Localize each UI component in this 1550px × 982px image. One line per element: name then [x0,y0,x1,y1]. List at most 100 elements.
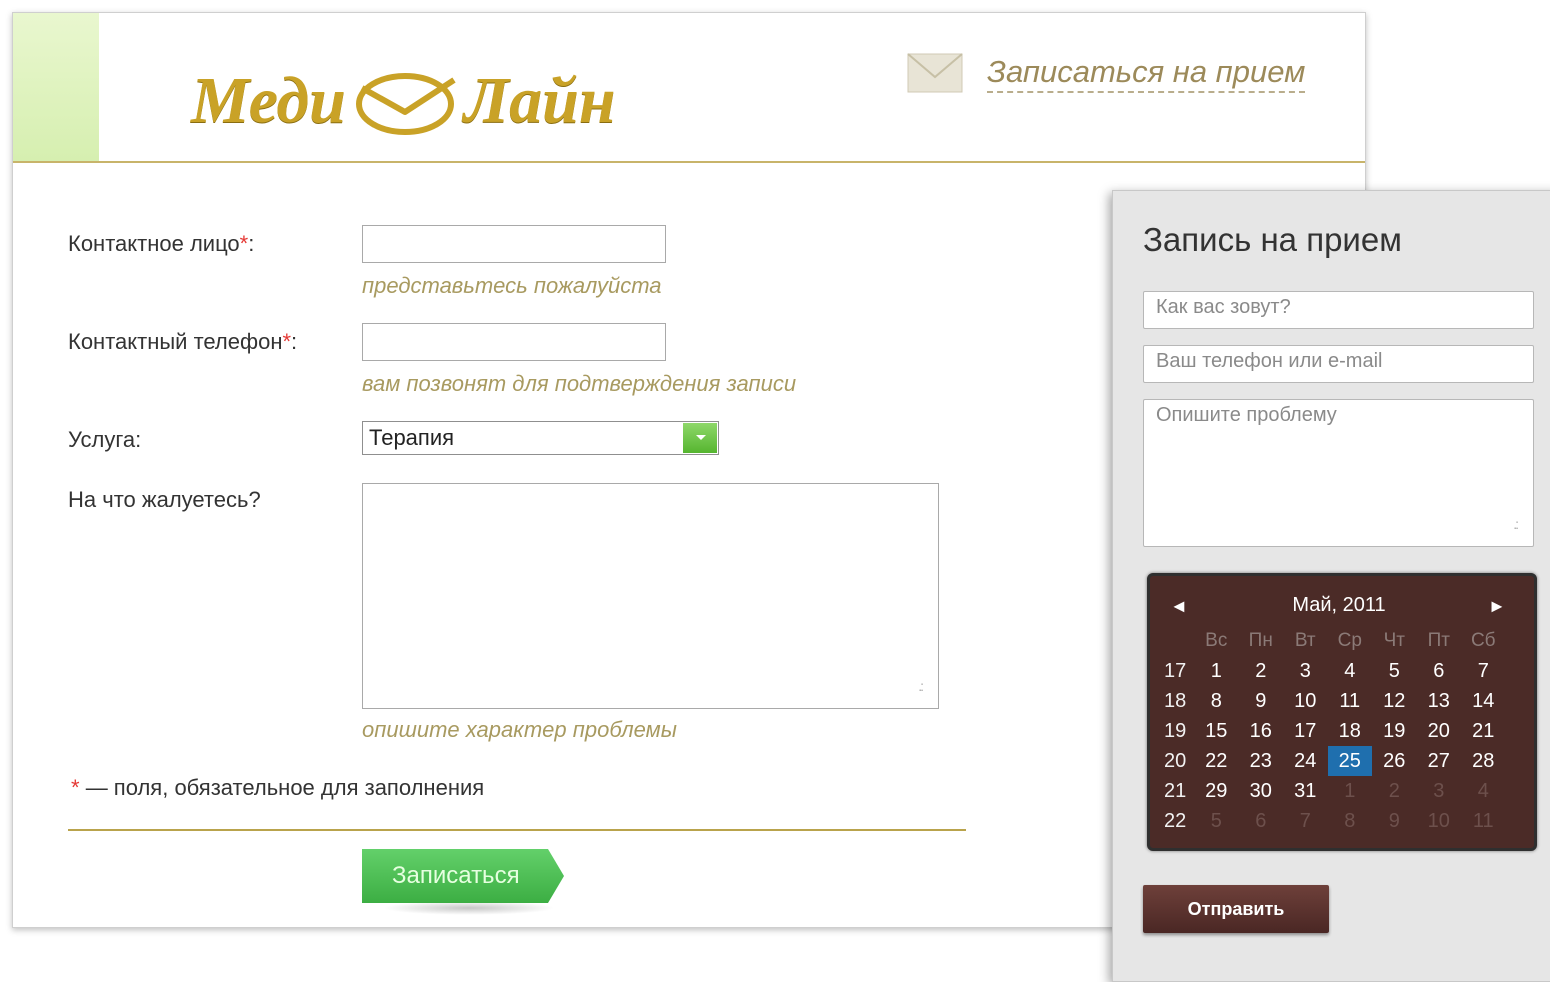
calendar-day[interactable]: 13 [1417,686,1462,716]
contact-person-hint: представьтесь пожалуйста [362,273,662,298]
required-mark: * [239,231,249,256]
calendar-day[interactable]: 11 [1328,686,1373,716]
contact-input[interactable]: Ваш телефон или e-mail [1143,345,1534,383]
site-logo[interactable]: Меди Лайн [191,61,616,141]
required-mark: * [71,775,80,800]
week-number: 18 [1164,690,1187,712]
calendar-day[interactable]: 12 [1372,686,1417,716]
calendar-day[interactable]: 8 [1194,686,1239,716]
send-button[interactable]: Отправить [1143,885,1329,933]
day-name: Ср [1337,630,1362,651]
label-colon: : [248,231,255,256]
calendar-day[interactable]: 31 [1283,776,1328,806]
calendar-week-row: 20 22 23 24 25 26 27 28 [1160,746,1506,776]
name-input[interactable]: Как вас зовут? [1143,291,1534,329]
week-number: 20 [1164,750,1187,772]
calendar-day[interactable]: 9 [1372,806,1417,836]
day-name: Пт [1427,630,1450,651]
week-number: 19 [1164,720,1187,742]
service-selected-value: Терапия [369,425,455,450]
calendar-day[interactable]: 21 [1461,716,1506,746]
resize-grip-icon[interactable]: .: [918,678,924,694]
calendar-day[interactable]: 3 [1417,776,1462,806]
mail-icon [907,53,963,93]
complaint-hint: опишите характер проблемы [362,717,677,742]
calendar-day[interactable]: 22 [1194,746,1239,776]
button-shadow [383,901,555,915]
complaint-textarea[interactable]: .: [362,483,939,709]
calendar-day[interactable]: 7 [1461,656,1506,686]
label-colon: : [291,329,298,354]
submit-button[interactable]: Записаться [362,849,564,903]
calendar-day[interactable]: 18 [1328,716,1373,746]
week-number: 21 [1164,780,1187,802]
next-month-icon[interactable]: ► [1488,596,1506,617]
chevron-down-icon[interactable] [683,423,717,453]
calendar-day[interactable]: 11 [1461,806,1506,836]
service-label: Услуга: [68,427,142,452]
calendar-day[interactable]: 1 [1194,656,1239,686]
week-number: 22 [1164,810,1187,832]
calendar-day[interactable]: 5 [1372,656,1417,686]
calendar-day[interactable]: 5 [1194,806,1239,836]
service-select[interactable]: Терапия [362,421,719,455]
site-header: Меди Лайн Записаться на прием [13,13,1365,163]
calendar-day[interactable]: 10 [1417,806,1462,836]
calendar-day[interactable]: 30 [1239,776,1284,806]
calendar-grid: Вс Пн Вт Ср Чт Пт Сб 17 1 2 3 4 5 6 7 18 8 9 10 11 12 13 14 19 1… [1160,626,1506,836]
resize-grip-icon[interactable]: .: [1513,516,1519,532]
calendar-month-title: Май, 2011 [1292,594,1386,616]
calendar-day[interactable]: 29 [1194,776,1239,806]
calendar-day[interactable]: 4 [1328,656,1373,686]
calendar-day[interactable]: 26 [1372,746,1417,776]
calendar-day[interactable]: 2 [1372,776,1417,806]
panel-title: Запись на прием [1143,221,1402,258]
calendar-day[interactable]: 6 [1239,806,1284,836]
calendar-day[interactable]: 2 [1239,656,1284,686]
calendar-week-row: 17 1 2 3 4 5 6 7 [1160,656,1506,686]
calendar-day[interactable]: 9 [1239,686,1284,716]
calendar-day[interactable]: 23 [1239,746,1284,776]
appointment-panel: Запись на прием Как вас зовут? Ваш телеф… [1112,190,1550,982]
calendar-day[interactable]: 20 [1417,716,1462,746]
form-divider [68,829,966,831]
required-note-text: — поля, обязательное для заполнения [85,775,485,800]
contact-phone-input[interactable] [362,323,666,361]
book-appointment-link[interactable]: Записаться на прием [987,53,1306,93]
day-name: Сб [1470,630,1496,651]
calendar-day-selected[interactable]: 25 [1327,746,1372,776]
calendar-day[interactable]: 7 [1283,806,1328,836]
calendar-day[interactable]: 3 [1283,656,1328,686]
envelope-logo-icon [355,73,456,135]
day-name: Чт [1383,630,1405,651]
calendar-day[interactable]: 17 [1283,716,1328,746]
calendar-week-row: 21 29 30 31 1 2 3 4 [1160,776,1506,806]
week-number-header [1160,626,1194,656]
contact-person-label-text: Контактное лицо [68,231,240,256]
calendar-day[interactable]: 4 [1461,776,1506,806]
week-number: 17 [1164,660,1187,682]
calendar-week-row: 18 8 9 10 11 12 13 14 [1160,686,1506,716]
required-fields-note: * — поля, обязательное для заполнения [71,775,484,801]
contact-phone-hint: вам позвонят для подтверждения записи [362,371,797,396]
calendar-day-names-row: Вс Пн Вт Ср Чт Пт Сб [1160,626,1506,656]
contact-person-input[interactable] [362,225,666,263]
calendar-day[interactable]: 14 [1461,686,1506,716]
calendar-day[interactable]: 10 [1283,686,1328,716]
day-name: Вс [1205,630,1228,651]
calendar-day[interactable]: 8 [1328,806,1373,836]
calendar-day[interactable]: 6 [1417,656,1462,686]
calendar-day[interactable]: 27 [1417,746,1462,776]
date-picker-calendar: ◄ Май, 2011 ► Вс Пн Вт Ср Чт Пт Сб 17 1 2 3 4 5 6 7 18 8… [1147,573,1537,851]
logo-text-right: Лайн [463,64,616,137]
calendar-day[interactable]: 16 [1239,716,1284,746]
calendar-day[interactable]: 19 [1372,716,1417,746]
calendar-day[interactable]: 24 [1283,746,1328,776]
calendar-day[interactable]: 1 [1328,776,1373,806]
contact-person-label: Контактное лицо*: [68,231,254,257]
problem-textarea[interactable]: Опишите проблему .: [1143,399,1534,547]
logo-text-left: Меди [191,64,346,137]
calendar-day[interactable]: 15 [1194,716,1239,746]
contact-phone-label-text: Контактный телефон [68,329,283,354]
calendar-day[interactable]: 28 [1461,746,1506,776]
